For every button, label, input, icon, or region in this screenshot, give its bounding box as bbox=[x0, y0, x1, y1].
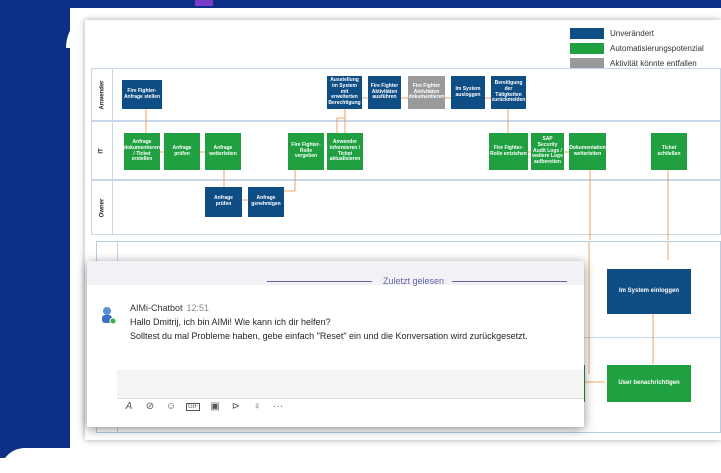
sticker-icon[interactable]: ▣ bbox=[209, 401, 221, 412]
process-step: Anfrage genehmigen bbox=[248, 187, 284, 217]
process-step: Anfrage dokumentieren / Ticket erstellen bbox=[124, 133, 160, 170]
compose-toolbar: A ⊘ ☺ GIF ▣ ⊳ ♀ ··· bbox=[123, 401, 284, 412]
read-divider bbox=[452, 281, 567, 282]
bot-avatar-icon bbox=[102, 307, 117, 325]
message-compose-input[interactable] bbox=[117, 370, 584, 399]
format-icon[interactable]: A bbox=[123, 401, 135, 412]
card-corner-bottom bbox=[0, 448, 70, 473]
emoji-icon[interactable]: ☺ bbox=[165, 401, 177, 412]
message-header: AIMi-Chatbot 12:51 bbox=[130, 303, 209, 313]
last-read-label: Zuletzt gelesen bbox=[383, 276, 445, 286]
message-line: Solltest du mal Probleme haben, gebe ein… bbox=[130, 331, 528, 341]
process-step: SAP Security Audit Logs / weitere Logs a… bbox=[531, 133, 564, 170]
process-step: Im System ausloggen bbox=[451, 76, 485, 109]
message-line: Hallo Dmitrij, ich bin AIMi! Wie kann ic… bbox=[130, 317, 331, 327]
process-step: Anfrage prüfen bbox=[205, 187, 242, 217]
process-step: Anfrage weiterleiten bbox=[205, 133, 241, 170]
process-step: Dokumentation weiterleiten bbox=[569, 133, 606, 170]
process-step: Ausstellung im System mit erweiterten Be… bbox=[327, 76, 362, 109]
praise-icon[interactable]: ♀ bbox=[251, 401, 263, 412]
send-later-icon[interactable]: ⊳ bbox=[230, 401, 242, 412]
sender-name: AIMi-Chatbot bbox=[130, 303, 183, 313]
header-accent-stripe bbox=[195, 0, 213, 6]
process-step: Fire Fighter-Anfrage stellen bbox=[122, 80, 162, 109]
process-step: Fire Fighter-Rolle vergeben bbox=[288, 133, 324, 170]
process-step: Anfrage prüfen bbox=[164, 133, 200, 170]
process-step: Ticket schließen bbox=[651, 133, 687, 170]
process-step: Anwender informieren / Ticket aktualisie… bbox=[327, 133, 363, 170]
gif-icon[interactable]: GIF bbox=[186, 402, 200, 411]
more-icon[interactable]: ··· bbox=[272, 401, 284, 412]
message-time: 12:51 bbox=[186, 303, 210, 313]
process-step: Fire Fighter Aktivitäten ausführen bbox=[368, 76, 401, 109]
process-step: User benachrichtigen bbox=[607, 365, 691, 402]
process-step: Fire Fighter Aktivitäten dokumentieren bbox=[408, 76, 445, 109]
attach-icon[interactable]: ⊘ bbox=[144, 401, 156, 412]
process-step: Im System einloggen bbox=[607, 269, 691, 314]
process-step: Fire Fighter-Rolle entziehen bbox=[489, 133, 528, 170]
read-divider bbox=[267, 281, 372, 282]
chat-window: Zuletzt gelesen AIMi-Chatbot 12:51 Hallo … bbox=[87, 261, 584, 427]
process-step: Bereitigung der Tätigkeiten zurückmelden bbox=[491, 76, 526, 109]
